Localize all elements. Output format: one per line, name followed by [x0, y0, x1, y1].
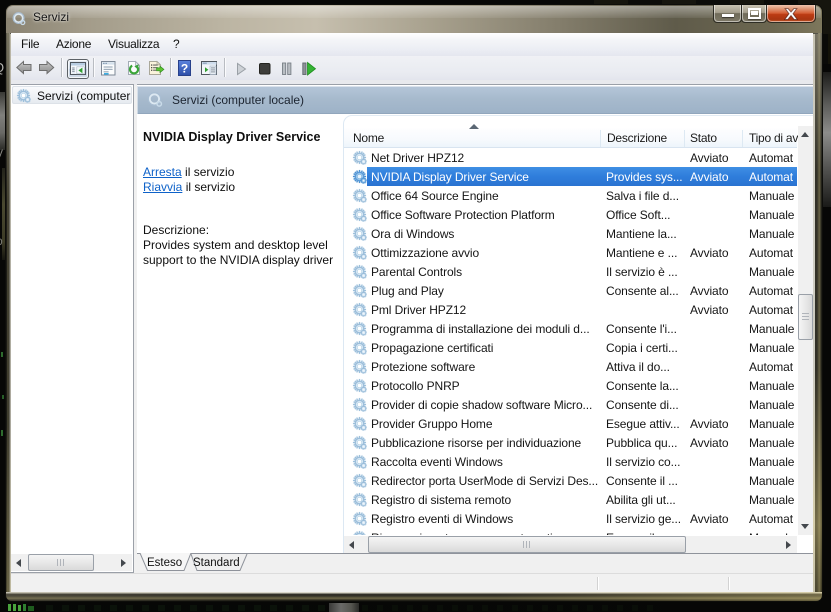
svg-text:?: ?: [181, 62, 188, 76]
